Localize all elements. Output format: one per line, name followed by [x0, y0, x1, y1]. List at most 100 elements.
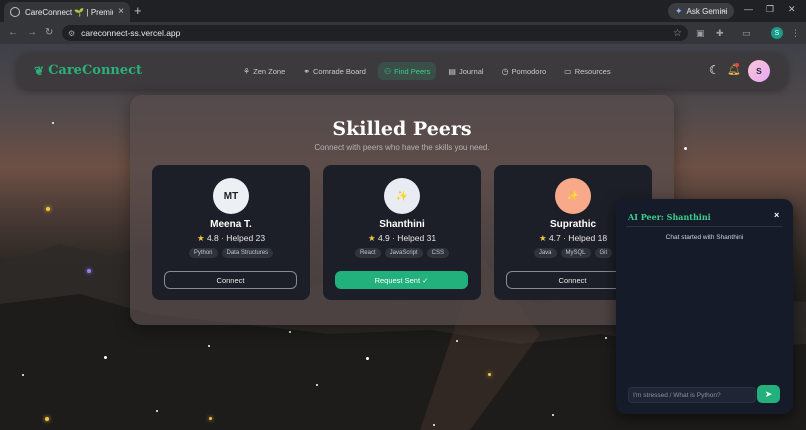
peer-avatar: ✨: [384, 178, 420, 214]
chat-close-icon[interactable]: ×: [774, 210, 779, 220]
people-icon: ⚇: [383, 66, 392, 76]
nav-link-label: Journal: [458, 66, 484, 76]
star-particle: [456, 340, 458, 342]
star-particle: [87, 269, 91, 273]
send-button[interactable]: ➤: [757, 385, 780, 403]
chat-divider: [626, 226, 783, 227]
star-particle: [52, 122, 54, 124]
address-bar[interactable]: ⚙ careconnect-ss.vercel.app ☆: [62, 25, 688, 41]
theme-toggle-moon-icon[interactable]: ☾: [709, 63, 720, 77]
nav-links: ⚘ Zen Zone ⚭ Comrade Board ⚇ Find Peers …: [237, 62, 617, 80]
forward-icon[interactable]: →: [27, 26, 37, 40]
star-particle: [316, 384, 318, 386]
brand-name: CareConnect: [48, 63, 143, 78]
page-background: ❦ CareConnect ⚘ Zen Zone ⚭ Comrade Board…: [0, 44, 806, 430]
star-particle: [22, 374, 24, 376]
window-close-icon[interactable]: ✕: [788, 4, 796, 15]
chat-input[interactable]: I'm stressed / What is Python?: [628, 387, 756, 403]
skill-tag: Git: [594, 248, 613, 258]
nav-link-label: Comrade Board: [312, 66, 366, 76]
extension-icon[interactable]: ▣: [696, 27, 705, 39]
brand-logo[interactable]: ❦ CareConnect: [34, 63, 142, 78]
skill-tag: JavaScript: [384, 248, 423, 258]
leaf-icon: ❦: [34, 63, 45, 78]
nav-link-journal[interactable]: ▤ Journal: [442, 62, 489, 80]
star-particle: [433, 424, 435, 426]
star-particle: [605, 337, 607, 339]
peer-avatar: MT: [213, 178, 249, 214]
peer-avatar: ✨: [555, 178, 591, 214]
chat-title: AI Peer: Shanthini: [628, 212, 711, 222]
browser-tabstrip: CareConnect 🌱 | Premium Ca × + ✦ Ask Gem…: [0, 0, 806, 22]
clock-icon: ◷: [501, 66, 509, 76]
nav-link-zen-zone[interactable]: ⚘ Zen Zone: [237, 62, 291, 80]
book-icon: ▤: [448, 66, 456, 76]
bookmark-star-icon[interactable]: ☆: [673, 28, 682, 39]
nav-link-label: Zen Zone: [253, 66, 286, 76]
request-sent-button[interactable]: Request Sent ✓: [335, 271, 468, 289]
connect-button[interactable]: Connect: [164, 271, 297, 289]
back-icon[interactable]: ←: [8, 26, 18, 40]
browser-tab[interactable]: CareConnect 🌱 | Premium Ca ×: [4, 2, 130, 22]
reload-icon[interactable]: ↻: [45, 26, 53, 40]
sparkle-icon: ✦: [675, 5, 683, 16]
notification-dot: [735, 63, 739, 67]
peer-stats-text: 4.8 · Helped 23: [206, 233, 266, 243]
peer-skills: Python Data Structures: [152, 248, 310, 258]
url-text: careconnect-ss.vercel.app: [81, 28, 181, 38]
site-info-icon[interactable]: ⚙: [68, 29, 75, 38]
folder-icon: ▭: [564, 66, 572, 76]
star-particle: [209, 417, 212, 420]
star-particle: [45, 417, 49, 421]
restore-icon[interactable]: ❐: [766, 4, 774, 15]
skill-tag: CSS: [426, 248, 450, 258]
star-particle: [366, 357, 369, 360]
peer-skills: React JavaScript CSS: [323, 248, 481, 258]
browser-toolbar: ← → ↻ ⚙ careconnect-ss.vercel.app ☆ ▣ ✚ …: [0, 22, 806, 44]
cast-icon[interactable]: ▭: [742, 27, 751, 39]
rating-star-icon: ★: [538, 233, 547, 243]
handshake-icon: ⚭: [303, 66, 310, 76]
skilled-peers-card: Skilled Peers Connect with peers who hav…: [130, 95, 674, 325]
star-particle: [156, 410, 158, 412]
puzzle-icon[interactable]: ✚: [716, 27, 724, 39]
menu-kebab-icon[interactable]: ⋮: [791, 27, 800, 39]
spa-icon: ⚘: [243, 66, 251, 76]
tab-close-icon[interactable]: ×: [118, 7, 124, 17]
chevron-down-icon[interactable]: ⌄: [720, 4, 728, 15]
peer-name: Meena T.: [210, 219, 252, 230]
peer-stats: ★ 4.9 · Helped 31: [323, 233, 481, 244]
nav-link-comrade-board[interactable]: ⚭ Comrade Board: [297, 62, 372, 80]
skill-tag: React: [354, 248, 381, 258]
rating-star-icon: ★: [367, 233, 376, 243]
ai-peer-chat-panel: AI Peer: Shanthini × Chat started with S…: [616, 199, 793, 414]
peer-name: Shanthini: [379, 219, 425, 230]
nav-link-label: Pomodoro: [511, 66, 547, 76]
chat-system-message: Chat started with Shanthini: [665, 234, 744, 241]
nav-link-label: Find Peers: [394, 66, 431, 76]
skill-tag: Data Structures: [221, 248, 274, 258]
user-avatar[interactable]: S: [748, 60, 770, 82]
nav-link-resources[interactable]: ▭ Resources: [558, 62, 616, 80]
app-navbar: ❦ CareConnect ⚘ Zen Zone ⚭ Comrade Board…: [17, 53, 787, 89]
star-particle: [552, 414, 554, 416]
nav-link-label: Resources: [574, 66, 611, 76]
new-tab-icon[interactable]: +: [134, 4, 142, 18]
tab-title: CareConnect 🌱 | Premium Ca: [25, 7, 113, 17]
peer-stats-text: 4.7 · Helped 18: [548, 233, 608, 243]
peer-stats-text: 4.9 · Helped 31: [377, 233, 437, 243]
star-particle: [684, 147, 687, 150]
page-subtitle: Connect with peers who have the skills y…: [314, 143, 490, 152]
nav-link-pomodoro[interactable]: ◷ Pomodoro: [496, 62, 553, 80]
minimize-icon[interactable]: —: [744, 4, 753, 14]
skill-tag: Java: [533, 248, 557, 258]
star-particle: [488, 373, 491, 376]
send-icon: ➤: [764, 388, 773, 399]
browser-profile-avatar[interactable]: S: [771, 27, 783, 39]
nav-link-find-peers[interactable]: ⚇ Find Peers: [377, 62, 437, 80]
globe-icon: [10, 7, 20, 17]
star-particle: [46, 207, 50, 211]
skill-tag: MySQL: [560, 248, 591, 258]
peer-stats: ★ 4.8 · Helped 23: [152, 233, 310, 244]
peer-card-shanthini: ✨ Shanthini ★ 4.9 · Helped 31 React Java…: [323, 165, 481, 300]
